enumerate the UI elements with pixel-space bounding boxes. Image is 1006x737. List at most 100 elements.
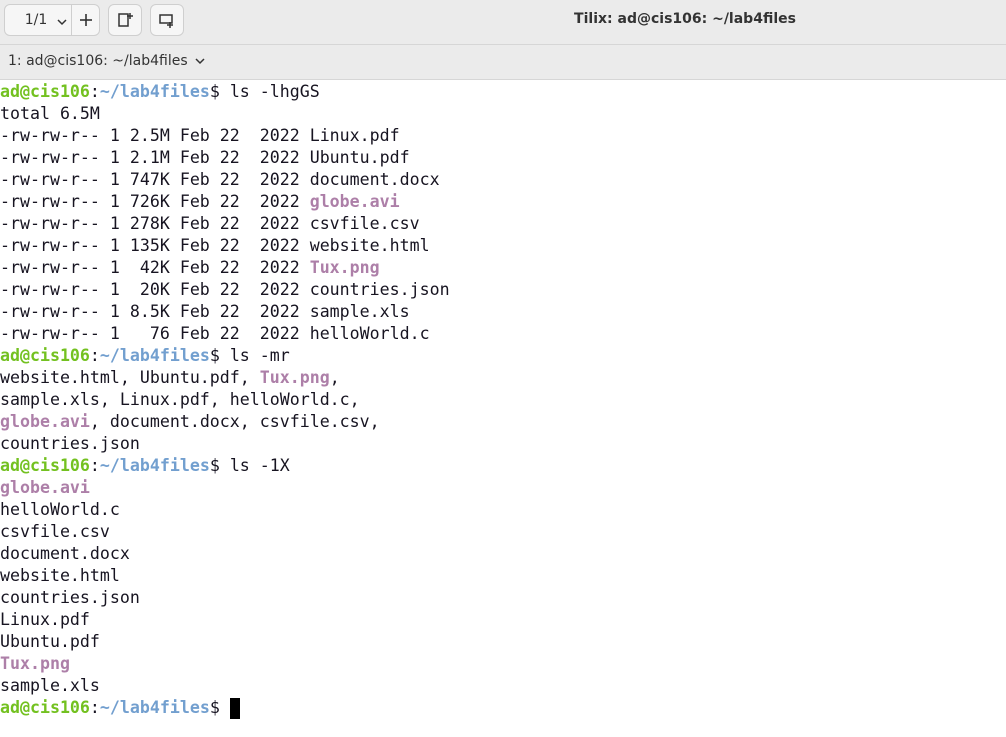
prompt-line: ad@cis106:~/lab4files$ ls -mr xyxy=(0,345,1006,367)
file-meta: -rw-rw-r-- 1 747K Feb 22 2022 xyxy=(0,170,310,189)
output-line: Ubuntu.pdf xyxy=(0,631,1006,653)
output-line: website.html, Ubuntu.pdf, Tux.png, xyxy=(0,367,1006,389)
title-bar: 1/1 Tilix: ad@cis106: ~/lab4files xyxy=(0,0,1006,45)
prompt-symbol: $ xyxy=(209,698,230,717)
file-name: countries.json xyxy=(0,588,140,607)
split-right-icon xyxy=(118,13,133,27)
file-meta: -rw-rw-r-- 1 2.1M Feb 22 2022 xyxy=(0,148,310,167)
file-name: website.html xyxy=(0,566,120,585)
window-title: Tilix: ad@cis106: ~/lab4files xyxy=(574,11,796,27)
file-meta: -rw-rw-r-- 1 8.5K Feb 22 2022 xyxy=(0,302,310,321)
listing-row: -rw-rw-r-- 1 20K Feb 22 2022 countries.j… xyxy=(0,279,1006,301)
chevron-down-icon xyxy=(195,58,205,65)
add-terminal-down-button[interactable] xyxy=(150,4,184,36)
prompt-user: ad@cis106 xyxy=(0,698,90,717)
file-name: Tux.png xyxy=(259,368,330,387)
listing-row: -rw-rw-r-- 1 726K Feb 22 2022 globe.avi xyxy=(0,191,1006,213)
text-cursor xyxy=(229,698,240,719)
file-name: document.docx xyxy=(0,544,130,563)
session-switcher: 1/1 xyxy=(4,4,100,36)
output-line: website.html xyxy=(0,565,1006,587)
prompt-path: ~/lab4files xyxy=(99,82,210,101)
file-name: helloWorld.c xyxy=(309,324,430,343)
prompt-symbol: $ xyxy=(209,82,230,101)
prompt-line: ad@cis106:~/lab4files$ xyxy=(0,697,1006,719)
chevron-down-icon xyxy=(57,19,67,26)
prompt-path: ~/lab4files xyxy=(99,456,210,475)
file-meta: -rw-rw-r-- 1 278K Feb 22 2022 xyxy=(0,214,310,233)
prompt-symbol: $ xyxy=(209,456,230,475)
split-down-icon xyxy=(159,14,173,28)
listing-row: -rw-rw-r-- 1 135K Feb 22 2022 website.ht… xyxy=(0,235,1006,257)
prompt-user: ad@cis106 xyxy=(0,456,90,475)
prompt-symbol: $ xyxy=(209,346,230,365)
file-meta: -rw-rw-r-- 1 2.5M Feb 22 2022 xyxy=(0,126,310,145)
output-line: document.docx xyxy=(0,543,1006,565)
file-meta: -rw-rw-r-- 1 42K Feb 22 2022 xyxy=(0,258,310,277)
session-dropdown-button[interactable]: 1/1 xyxy=(5,12,71,28)
file-name: Linux.pdf xyxy=(0,610,90,629)
output-line: Tux.png xyxy=(0,653,1006,675)
prompt-path: ~/lab4files xyxy=(99,346,210,365)
file-name: helloWorld.c xyxy=(0,500,120,519)
output-text: countries.json xyxy=(0,434,140,453)
file-name: Ubuntu.pdf xyxy=(309,148,410,167)
output-text: sample.xls, Linux.pdf, helloWorld.c, xyxy=(0,390,360,409)
prompt-line: ad@cis106:~/lab4files$ ls -lhgGS xyxy=(0,81,1006,103)
command-text: ls -mr xyxy=(229,346,290,365)
file-name: document.docx xyxy=(309,170,440,189)
prompt-separator: : xyxy=(89,346,100,365)
prompt-separator: : xyxy=(89,456,100,475)
tab-bar: 1: ad@cis106: ~/lab4files xyxy=(0,45,1006,80)
file-name: countries.json xyxy=(309,280,450,299)
output-text: website.html, Ubuntu.pdf, xyxy=(0,368,260,387)
file-name: website.html xyxy=(309,236,430,255)
prompt-separator: : xyxy=(89,82,100,101)
file-name: globe.avi xyxy=(0,412,90,431)
prompt-user: ad@cis106 xyxy=(0,346,90,365)
file-meta: -rw-rw-r-- 1 135K Feb 22 2022 xyxy=(0,236,310,255)
file-name: globe.avi xyxy=(0,478,90,497)
file-name: Tux.png xyxy=(0,654,70,673)
listing-row: -rw-rw-r-- 1 76 Feb 22 2022 helloWorld.c xyxy=(0,323,1006,345)
output-line: sample.xls, Linux.pdf, helloWorld.c, xyxy=(0,389,1006,411)
listing-row: -rw-rw-r-- 1 42K Feb 22 2022 Tux.png xyxy=(0,257,1006,279)
file-meta: -rw-rw-r-- 1 76 Feb 22 2022 xyxy=(0,324,310,343)
file-name: sample.xls xyxy=(0,676,100,695)
file-name: csvfile.csv xyxy=(309,214,420,233)
file-name: Tux.png xyxy=(309,258,380,277)
output-line: globe.avi, document.docx, csvfile.csv, xyxy=(0,411,1006,433)
terminal-tab-label: 1: ad@cis106: ~/lab4files xyxy=(8,53,188,69)
prompt-line: ad@cis106:~/lab4files$ ls -1X xyxy=(0,455,1006,477)
command-text: ls -1X xyxy=(229,456,290,475)
output-line: helloWorld.c xyxy=(0,499,1006,521)
file-name: globe.avi xyxy=(309,192,400,211)
listing-row: -rw-rw-r-- 1 278K Feb 22 2022 csvfile.cs… xyxy=(0,213,1006,235)
listing-row: -rw-rw-r-- 1 8.5K Feb 22 2022 sample.xls xyxy=(0,301,1006,323)
file-meta: -rw-rw-r-- 1 20K Feb 22 2022 xyxy=(0,280,310,299)
plus-icon xyxy=(79,14,92,26)
file-meta: -rw-rw-r-- 1 726K Feb 22 2022 xyxy=(0,192,310,211)
output-text: , document.docx, csvfile.csv, xyxy=(89,412,380,431)
output-line: Linux.pdf xyxy=(0,609,1006,631)
file-name: sample.xls xyxy=(309,302,410,321)
add-session-button[interactable] xyxy=(72,5,99,35)
output-line: csvfile.csv xyxy=(0,521,1006,543)
output-line: globe.avi xyxy=(0,477,1006,499)
command-text: ls -lhgGS xyxy=(229,82,320,101)
terminal-tab[interactable]: 1: ad@cis106: ~/lab4files xyxy=(8,53,206,69)
prompt-user: ad@cis106 xyxy=(0,82,90,101)
add-terminal-right-button[interactable] xyxy=(108,4,142,36)
output-text: , xyxy=(329,368,340,387)
listing-row: -rw-rw-r-- 1 747K Feb 22 2022 document.d… xyxy=(0,169,1006,191)
prompt-separator: : xyxy=(89,698,100,717)
prompt-path: ~/lab4files xyxy=(99,698,210,717)
file-name: csvfile.csv xyxy=(0,522,110,541)
listing-row: -rw-rw-r-- 1 2.1M Feb 22 2022 Ubuntu.pdf xyxy=(0,147,1006,169)
output-line: sample.xls xyxy=(0,675,1006,697)
session-count: 1/1 xyxy=(24,12,48,28)
listing-row: -rw-rw-r-- 1 2.5M Feb 22 2022 Linux.pdf xyxy=(0,125,1006,147)
terminal-output[interactable]: ad@cis106:~/lab4files$ ls -lhgGS total 6.… xyxy=(0,81,1006,737)
listing-total: total 6.5M xyxy=(0,104,100,123)
file-name: Linux.pdf xyxy=(309,126,400,145)
